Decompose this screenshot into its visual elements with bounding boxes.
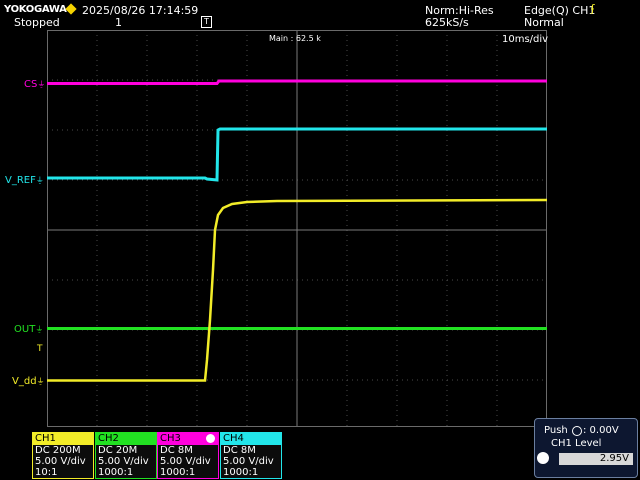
- acquisition-count: 1: [115, 16, 122, 29]
- ch3-scale: 5.00 V/div: [160, 456, 211, 467]
- ground-icon: ⏚: [37, 80, 46, 89]
- ground-icon: ⏚: [35, 176, 44, 185]
- v-ref-channel-label: V_REF⏚: [5, 175, 44, 186]
- push-knob-icon: [572, 426, 582, 436]
- ch2-scale: 5.00 V/div: [98, 456, 149, 467]
- ch1-settings-panel[interactable]: CH1 DC 200M 5.00 V/div 10:1: [32, 432, 94, 479]
- ch3-coupling: DC 8M: [160, 445, 193, 456]
- cs-channel-label: CS⏚: [24, 79, 46, 90]
- push-label: Push: [544, 425, 568, 436]
- ch4-scale: 5.00 V/div: [223, 456, 274, 467]
- brand-logo: YOKOGAWA: [4, 4, 67, 15]
- rotary-knob-icon[interactable]: [537, 452, 549, 464]
- status-header: YOKOGAWA 2025/08/26 17:14:59 Stopped 1 T…: [0, 0, 640, 30]
- ch3-panel-title: CH3: [158, 433, 218, 445]
- level-title: CH1 Level: [551, 438, 602, 449]
- waveform-grid: [47, 30, 547, 427]
- ch2-panel-title: CH2: [96, 433, 156, 445]
- ch1-scale: 5.00 V/div: [35, 456, 86, 467]
- selected-indicator-icon: [206, 434, 215, 443]
- ch4-probe: 1000:1: [223, 467, 259, 478]
- ch3-probe: 1000:1: [160, 467, 196, 478]
- trigger-level-panel[interactable]: Push : 0.00V CH1 Level 2.95V: [534, 418, 638, 478]
- ch2-settings-panel[interactable]: CH2 DC 20M 5.00 V/div 1000:1: [95, 432, 157, 479]
- trigger-level-value[interactable]: 2.95V: [559, 453, 633, 465]
- datetime: 2025/08/26 17:14:59: [82, 4, 199, 17]
- ch2-probe: 1000:1: [98, 467, 134, 478]
- run-state: Stopped: [14, 16, 60, 29]
- trigger-level-marker[interactable]: T: [37, 343, 43, 355]
- main-record-length: Main : 62.5 k: [269, 34, 321, 43]
- out-channel-label: OUT⏚: [14, 324, 44, 335]
- v-dd-channel-label: V_dd⏚: [12, 376, 45, 387]
- ground-icon: ⏚: [35, 325, 44, 334]
- diamond-icon: [65, 3, 77, 15]
- timebase: 10ms/div: [502, 34, 549, 45]
- ground-icon: ⏚: [36, 377, 45, 386]
- ch1-panel-title: CH1: [33, 433, 93, 445]
- push-value: : 0.00V: [583, 425, 619, 436]
- ch4-panel-title: CH4: [221, 433, 281, 445]
- sample-rate: 625kS/s: [425, 16, 469, 29]
- trigger-position-icon: T: [201, 16, 212, 28]
- ch1-probe: 10:1: [35, 467, 58, 478]
- trigger-mode: Normal: [524, 16, 564, 29]
- ch4-settings-panel[interactable]: CH4 DC 8M 5.00 V/div 1000:1: [220, 432, 282, 479]
- ch4-coupling: DC 8M: [223, 445, 256, 456]
- ch3-settings-panel[interactable]: CH3 DC 8M 5.00 V/div 1000:1: [157, 432, 219, 479]
- waveform-display[interactable]: Main : 62.5 k 10ms/div: [47, 30, 549, 427]
- rising-edge-icon: ʄ: [591, 2, 595, 15]
- ch1-coupling: DC 200M: [35, 445, 81, 456]
- ch2-coupling: DC 20M: [98, 445, 138, 456]
